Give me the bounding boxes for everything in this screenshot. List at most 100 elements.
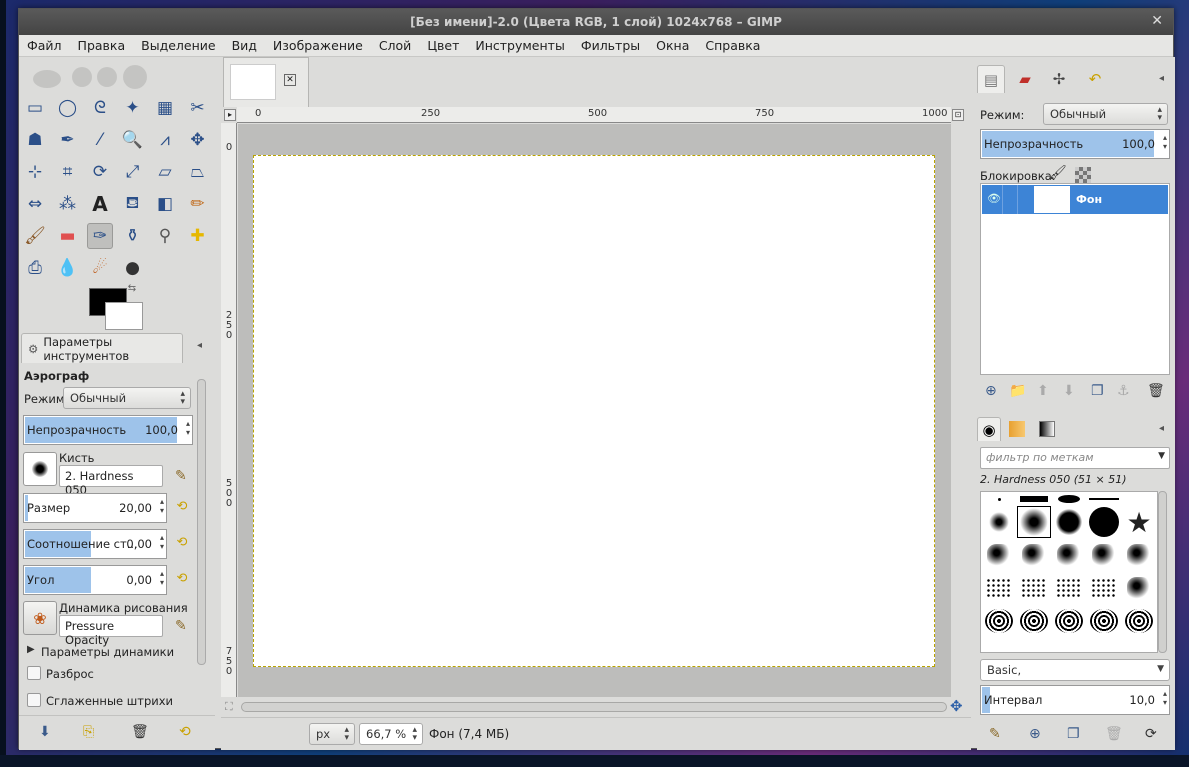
menu-windows[interactable]: Окна	[656, 38, 689, 53]
anchor-layer-icon[interactable]: ⚓	[1117, 383, 1130, 399]
tab-paths[interactable]: ✢	[1045, 65, 1073, 93]
reset-size-icon[interactable]: ⟲	[173, 499, 191, 517]
heal-icon[interactable]: ✚	[185, 223, 211, 249]
brush-thumbnail[interactable]	[1017, 572, 1051, 604]
text-icon[interactable]: A	[87, 191, 113, 217]
navigate-icon[interactable]: ⛶	[225, 700, 233, 714]
panel-menu-icon[interactable]: ◂	[1159, 73, 1164, 84]
brush-thumbnail[interactable]	[1087, 605, 1121, 637]
rotate-icon[interactable]: ⟳	[87, 159, 113, 185]
panel-menu-icon[interactable]: ◂	[1159, 423, 1164, 434]
rect-select-icon[interactable]: ▭	[22, 95, 48, 121]
raise-layer-icon[interactable]: ⬆	[1037, 383, 1049, 399]
brush-preview-button[interactable]	[23, 452, 57, 486]
menu-view[interactable]: Вид	[232, 38, 257, 53]
canvas-viewport[interactable]	[238, 124, 951, 697]
blur-icon[interactable]: 💧	[55, 255, 81, 281]
bucket-fill-icon[interactable]: ⛾	[120, 191, 146, 217]
ellipse-select-icon[interactable]: ◯	[55, 95, 81, 121]
brush-thumbnail[interactable]	[982, 572, 1016, 604]
brush-name-field[interactable]: 2. Hardness 050	[59, 465, 163, 497]
shear-icon[interactable]: ▱	[152, 159, 178, 185]
panel-menu-icon[interactable]: ◂	[197, 340, 202, 351]
smooth-checkbox[interactable]	[27, 693, 41, 707]
brush-thumbnail[interactable]	[1052, 605, 1086, 637]
edit-dynamics-icon[interactable]: ✎	[175, 618, 187, 634]
color-picker-icon[interactable]: ⁄	[87, 127, 113, 153]
brush-thumbnail[interactable]	[1017, 539, 1051, 571]
brush-thumbnail[interactable]	[1087, 572, 1121, 604]
delete-options-icon[interactable]: 🗑	[131, 724, 149, 740]
reset-options-icon[interactable]: ⟲	[179, 724, 191, 740]
zoom-fit-icon[interactable]: ⊡	[952, 109, 964, 121]
perspective-icon[interactable]: ⏢	[185, 159, 211, 185]
lock-pixels-icon[interactable]: 🖌	[1049, 165, 1067, 181]
dynamics-button[interactable]: ❀	[23, 601, 57, 635]
spacing-spinner[interactable]: Интервал 10,0 ▴ ▾	[980, 685, 1170, 715]
close-tab-icon[interactable]: ✕	[284, 74, 296, 86]
brush-thumbnail[interactable]	[982, 492, 1016, 506]
menu-file[interactable]: Файл	[27, 38, 62, 53]
edit-brush-icon[interactable]: ✎	[989, 726, 1001, 742]
angle-spinner[interactable]: Угол 0,00 ▴ ▾	[23, 565, 167, 595]
close-icon[interactable]: ✕	[1151, 13, 1163, 29]
scissors-icon[interactable]: ✂	[185, 95, 211, 121]
menu-help[interactable]: Справка	[705, 38, 760, 53]
tab-channels[interactable]: ▰	[1011, 65, 1039, 93]
zoom-icon[interactable]: 🔍	[120, 127, 146, 153]
refresh-brushes-icon[interactable]: ⟳	[1145, 726, 1157, 742]
brush-thumbnail[interactable]	[1122, 605, 1156, 637]
eraser-icon[interactable]: ▬	[55, 223, 81, 249]
size-spinner[interactable]: Размер 20,00 ▴ ▾	[23, 493, 167, 523]
brush-thumbnail[interactable]	[1017, 605, 1051, 637]
duplicate-layer-icon[interactable]: ❐	[1091, 383, 1104, 399]
menu-filters[interactable]: Фильтры	[581, 38, 640, 53]
tab-patterns[interactable]	[1005, 417, 1029, 441]
brush-thumbnail[interactable]	[1052, 506, 1086, 538]
tag-filter-input[interactable]: фильтр по меткам ▼	[980, 447, 1170, 469]
reset-aspect-icon[interactable]: ⟲	[173, 535, 191, 553]
save-options-icon[interactable]: ⬇	[39, 724, 51, 740]
flip-icon[interactable]: ⇔	[22, 191, 48, 217]
layer-mode-select[interactable]: Обычный ▴ ▾	[1043, 103, 1168, 125]
ink-icon[interactable]: ⚱	[120, 223, 146, 249]
free-select-icon[interactable]: ᘓ	[87, 95, 113, 121]
menu-layer[interactable]: Слой	[379, 38, 412, 53]
tool-options-scrollbar[interactable]	[197, 379, 206, 665]
edit-brush-icon[interactable]: ✎	[175, 468, 187, 484]
cage-icon[interactable]: ⁂	[55, 191, 81, 217]
scatter-checkbox[interactable]	[27, 666, 41, 680]
brush-thumbnail[interactable]	[1087, 506, 1121, 538]
tab-layers[interactable]: ▤	[977, 65, 1005, 93]
brush-thumbnail[interactable]	[1052, 539, 1086, 571]
crop-icon[interactable]: ⌗	[55, 159, 81, 185]
lock-alpha-icon[interactable]	[1075, 167, 1091, 183]
menu-image[interactable]: Изображение	[273, 38, 363, 53]
dynamics-field[interactable]: Pressure Opacity	[59, 615, 163, 647]
restore-options-icon[interactable]: ⎘	[83, 724, 94, 740]
expander-arrow-icon[interactable]: ▶	[27, 644, 35, 655]
brush-thumbnail[interactable]	[1017, 492, 1051, 506]
zoom-select[interactable]: 66,7 % ▴ ▾	[359, 723, 423, 745]
brush-thumbnail[interactable]	[1052, 572, 1086, 604]
quick-mask-menu-icon[interactable]: ▸	[224, 109, 236, 121]
brush-grid[interactable]: ★	[980, 491, 1158, 653]
brush-scrollbar[interactable]	[1158, 491, 1167, 653]
unit-select[interactable]: px ▴ ▾	[309, 723, 355, 745]
color-select-icon[interactable]: ▦	[152, 95, 178, 121]
paths-icon[interactable]: ✒	[55, 127, 81, 153]
chain-toggle[interactable]	[1002, 185, 1018, 214]
tab-brushes[interactable]: ◉	[977, 417, 1001, 441]
fuzzy-select-icon[interactable]: ✦	[120, 95, 146, 121]
clone-icon[interactable]: ⚲	[152, 223, 178, 249]
delete-layer-icon[interactable]: 🗑	[1147, 383, 1165, 399]
foreground-select-icon[interactable]: ☗	[22, 127, 48, 153]
brush-thumbnail[interactable]	[1122, 572, 1156, 604]
align-icon[interactable]: ⊹	[22, 159, 48, 185]
layer-opacity-spinner[interactable]: Непрозрачность 100,0 ▴ ▾	[980, 129, 1170, 159]
new-layer-icon[interactable]: ⊕	[985, 383, 997, 399]
dynamics-options-label[interactable]: Параметры динамики	[41, 645, 174, 659]
image-tab[interactable]: ✕	[223, 57, 309, 107]
paintbrush-icon[interactable]: 🖌	[22, 223, 48, 249]
tab-undo[interactable]: ↶	[1081, 65, 1109, 93]
